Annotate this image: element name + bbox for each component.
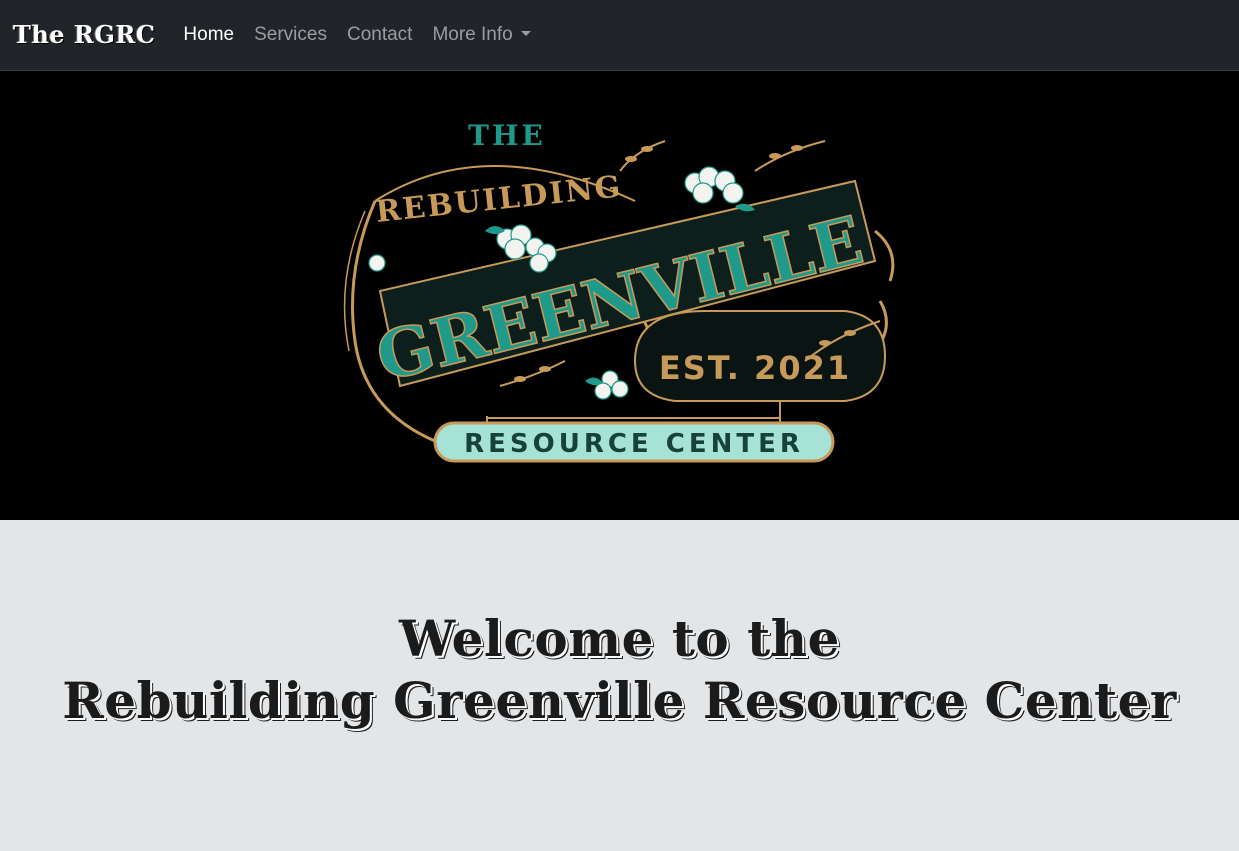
nav-links: Home Services Contact More Info (183, 24, 531, 46)
top-navbar: The RGRC Home Services Contact More Info (0, 0, 1239, 71)
rgrc-logo: THE REBUILDING GREENVILLE EST. 2021 RESO… (335, 111, 905, 471)
navbar-brand[interactable]: The RGRC (13, 20, 155, 49)
welcome-heading: Welcome to the Rebuilding Greenville Res… (0, 608, 1239, 732)
logo-est-text: EST. 2021 (659, 349, 851, 387)
nav-link-services[interactable]: Services (254, 24, 327, 46)
nav-link-home[interactable]: Home (183, 24, 234, 46)
rgrc-logo-graphic: THE REBUILDING GREENVILLE EST. 2021 RESO… (343, 119, 895, 463)
logo-resource-center-text: RESOURCE CENTER (464, 429, 804, 459)
logo-rebuilding-text: REBUILDING (374, 169, 624, 230)
logo-the-text: THE (468, 119, 546, 152)
more-info-label: More Info (432, 24, 513, 45)
hero-banner: THE REBUILDING GREENVILLE EST. 2021 RESO… (0, 71, 1239, 520)
caret-down-icon (520, 31, 531, 36)
nav-link-contact[interactable]: Contact (347, 24, 412, 46)
more-info-dropdown[interactable]: More Info (432, 24, 531, 46)
welcome-line-2: Rebuilding Greenville Resource Center (62, 671, 1177, 730)
welcome-section: Welcome to the Rebuilding Greenville Res… (0, 520, 1239, 851)
welcome-line-1: Welcome to the (399, 609, 840, 668)
